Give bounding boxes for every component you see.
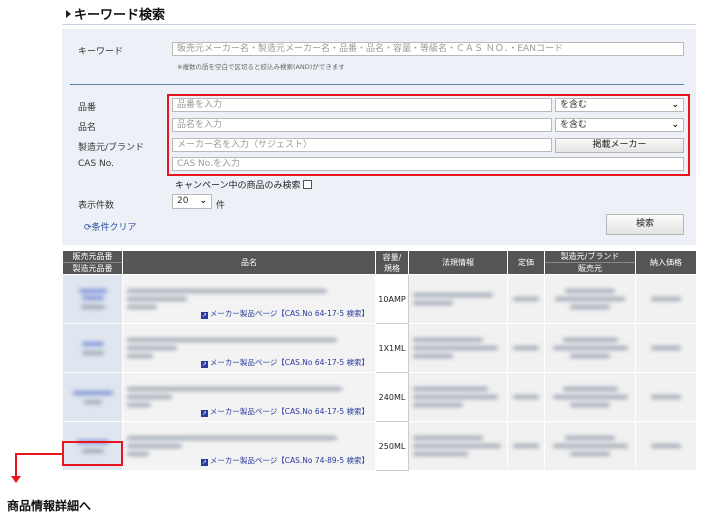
header-maker-brand: 製造元/ブランド (560, 252, 620, 261)
campaign-filter[interactable]: キャンペーン中の商品のみ検索 (175, 178, 312, 191)
count-select[interactable]: 20 ⌄ (172, 194, 212, 209)
chevron-down-icon: ⌄ (199, 196, 207, 206)
header-price: 定価 (507, 250, 545, 275)
maker-page-link[interactable]: ↗ メーカー製品ページ【CAS.No 74-89-5 検索】 (200, 455, 369, 466)
maker-page-link-label: メーカー製品ページ【CAS.No 64-17-5 検索】 (209, 309, 369, 318)
law-cell (408, 421, 508, 471)
product-name-cell: ↗ メーカー製品ページ【CAS.No 64-17-5 検索】 (122, 323, 376, 373)
header-name: 品名 (122, 250, 376, 275)
maker-seller-cell (544, 323, 636, 373)
delivery-price-cell (635, 274, 697, 324)
external-link-icon: ↗ (200, 312, 208, 319)
part-no-label: 品番 (78, 103, 97, 113)
keyword-input[interactable]: 販売元メーカー名・製造元メーカー名・品番・品名・容量・等級名・ＣＡＳ ＮＯ．・E… (172, 42, 684, 56)
cas-label: CAS No. (78, 159, 114, 169)
count-unit: 件 (216, 201, 226, 211)
title-underline (62, 24, 696, 25)
price-cell (507, 323, 545, 373)
annotation-text: 商品情報詳細へ (7, 499, 92, 513)
maker-page-link[interactable]: ↗ メーカー製品ページ【CAS.No 64-17-5 検索】 (200, 308, 369, 319)
count-label: 表示件数 (78, 201, 115, 211)
header-seller: 販売元 (545, 262, 635, 274)
annotation-arrow-horizontal (15, 453, 63, 455)
header-seller-no: 販売元品番 (72, 252, 113, 261)
header-maker-no: 製造元品番 (63, 262, 122, 274)
campaign-filter-label: キャンペーン中の商品のみ検索 (175, 181, 301, 191)
external-link-icon: ↗ (200, 459, 208, 466)
brand-label: 製造元/ブランド (78, 143, 145, 153)
maker-seller-cell (544, 274, 636, 324)
clear-conditions-label: 条件クリア (91, 223, 137, 233)
maker-seller-cell (544, 421, 636, 471)
page-title: キーワード検索 (66, 4, 165, 23)
highlight-box-product-number (62, 441, 123, 466)
maker-page-link-label: メーカー製品ページ【CAS.No 74-89-5 検索】 (209, 456, 369, 465)
header-seller-maker-no: 販売元品番 製造元品番 (62, 250, 123, 275)
header-law: 法規情報 (408, 250, 508, 275)
campaign-checkbox[interactable] (302, 180, 312, 189)
delivery-price-cell (635, 372, 697, 422)
header-capacity: 容量/ 規格 (375, 250, 409, 275)
law-cell (408, 274, 508, 324)
law-cell (408, 372, 508, 422)
highlight-box-search-fields (167, 94, 690, 176)
capacity-cell: 250ML (375, 421, 409, 471)
search-button[interactable]: 検索 (606, 214, 684, 235)
table-row[interactable]: ↗ メーカー製品ページ【CAS.No 74-89-5 検索】 250ML (62, 421, 697, 471)
product-number-cell[interactable] (62, 372, 123, 422)
capacity-cell: 240ML (375, 372, 409, 422)
product-name-cell: ↗ メーカー製品ページ【CAS.No 74-89-5 検索】 (122, 421, 376, 471)
table-header-row: 販売元品番 製造元品番 品名 容量/ 規格 法規情報 定価 製造元/ブランド 販… (62, 250, 697, 275)
table-row[interactable]: ↗ メーカー製品ページ【CAS.No 64-17-5 検索】 240ML (62, 372, 697, 422)
maker-seller-cell (544, 372, 636, 422)
name-label: 品名 (78, 123, 97, 133)
maker-page-link[interactable]: ↗ メーカー製品ページ【CAS.No 64-17-5 検索】 (200, 357, 369, 368)
keyword-label: キーワード (78, 47, 124, 57)
price-cell (507, 274, 545, 324)
product-number-cell[interactable] (62, 274, 123, 324)
header-capacity-line2: 規格 (384, 263, 400, 273)
delivery-price-cell (635, 421, 697, 471)
law-cell (408, 323, 508, 373)
external-link-icon: ↗ (200, 361, 208, 368)
price-cell (507, 421, 545, 471)
capacity-cell: 10AMP (375, 274, 409, 324)
results-table: 販売元品番 製造元品番 品名 容量/ 規格 法規情報 定価 製造元/ブランド 販… (62, 250, 697, 471)
arrow-down-icon (11, 476, 21, 483)
header-capacity-line1: 容量/ (382, 252, 402, 262)
product-name-cell: ↗ メーカー製品ページ【CAS.No 64-17-5 検索】 (122, 274, 376, 324)
price-cell (507, 372, 545, 422)
external-link-icon: ↗ (200, 410, 208, 417)
panel-divider (70, 84, 684, 85)
capacity-cell: 1X1ML (375, 323, 409, 373)
delivery-price-cell (635, 323, 697, 373)
maker-page-link[interactable]: ↗ メーカー製品ページ【CAS.No 64-17-5 検索】 (200, 406, 369, 417)
header-delivery-price: 納入価格 (635, 250, 697, 275)
table-row[interactable]: ↗ メーカー製品ページ【CAS.No 64-17-5 検索】 1X1ML (62, 323, 697, 373)
keyword-note: ※複数の語を空白で区切ると絞込み検索(AND)ができます (177, 63, 345, 71)
maker-page-link-label: メーカー製品ページ【CAS.No 64-17-5 検索】 (209, 358, 369, 367)
clear-conditions-link[interactable]: ⟳条件クリア (84, 220, 137, 233)
table-row[interactable]: ↗ メーカー製品ページ【CAS.No 64-17-5 検索】 10AMP (62, 274, 697, 324)
product-name-cell: ↗ メーカー製品ページ【CAS.No 64-17-5 検索】 (122, 372, 376, 422)
refresh-icon: ⟳ (84, 223, 92, 233)
product-number-cell[interactable] (62, 323, 123, 373)
maker-page-link-label: メーカー製品ページ【CAS.No 64-17-5 検索】 (209, 407, 369, 416)
header-maker-seller: 製造元/ブランド 販売元 (544, 250, 636, 275)
count-value: 20 (177, 196, 189, 206)
